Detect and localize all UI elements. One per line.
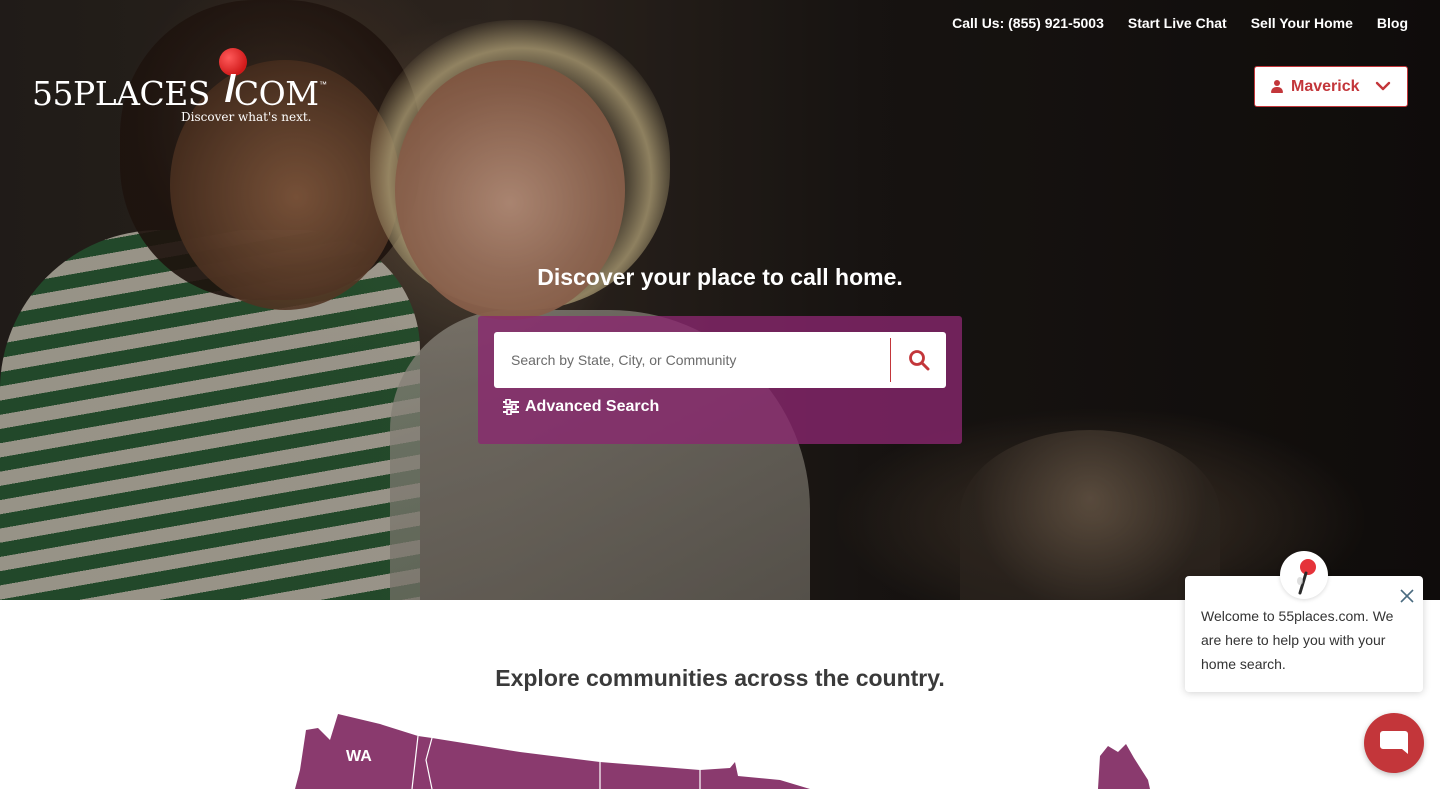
map-pin-icon	[1297, 559, 1316, 595]
hero-headline: Discover your place to call home.	[537, 264, 903, 290]
logo-wordmark: 55PLACES COM	[32, 74, 319, 113]
user-menu-button[interactable]: Maverick	[1254, 66, 1408, 107]
map-state-mn[interactable]	[700, 762, 810, 789]
search-input[interactable]	[494, 332, 890, 388]
site-logo[interactable]: 55PLACES COM ™ Discover what's next.	[32, 48, 332, 128]
logo-tagline: Discover what's next.	[181, 110, 312, 124]
search-button[interactable]	[891, 332, 946, 388]
map-state-mt[interactable]	[426, 738, 600, 789]
advanced-search-link[interactable]: Advanced Search	[502, 398, 659, 416]
search-panel: Advanced Search	[478, 316, 962, 444]
map-label-wa: WA	[346, 748, 372, 765]
user-icon	[1271, 79, 1283, 94]
chat-launcher-button[interactable]	[1364, 713, 1424, 773]
chat-avatar	[1280, 551, 1328, 599]
logo-trademark: ™	[319, 80, 327, 89]
user-name: Maverick	[1291, 77, 1360, 95]
sliders-icon	[503, 399, 519, 415]
start-live-chat-link[interactable]: Start Live Chat	[1128, 15, 1227, 31]
search-icon	[908, 350, 929, 371]
us-map	[295, 714, 1150, 789]
chat-welcome-message: Welcome to 55places.com. We are here to …	[1201, 608, 1394, 672]
advanced-search-label: Advanced Search	[525, 398, 660, 415]
call-us-link[interactable]: Call Us: (855) 921-5003	[952, 15, 1104, 31]
search-box	[494, 332, 946, 388]
top-nav: Call Us: (855) 921-5003 Start Live Chat …	[952, 15, 1408, 31]
sell-your-home-link[interactable]: Sell Your Home	[1251, 15, 1353, 31]
close-icon[interactable]	[1399, 588, 1415, 604]
blog-link[interactable]: Blog	[1377, 15, 1408, 31]
map-state-me[interactable]	[1098, 744, 1150, 789]
chat-bubble-icon	[1380, 731, 1408, 754]
chevron-down-icon	[1375, 81, 1391, 91]
logo-pin-icon	[219, 48, 247, 76]
map-state-nd[interactable]	[600, 762, 700, 789]
